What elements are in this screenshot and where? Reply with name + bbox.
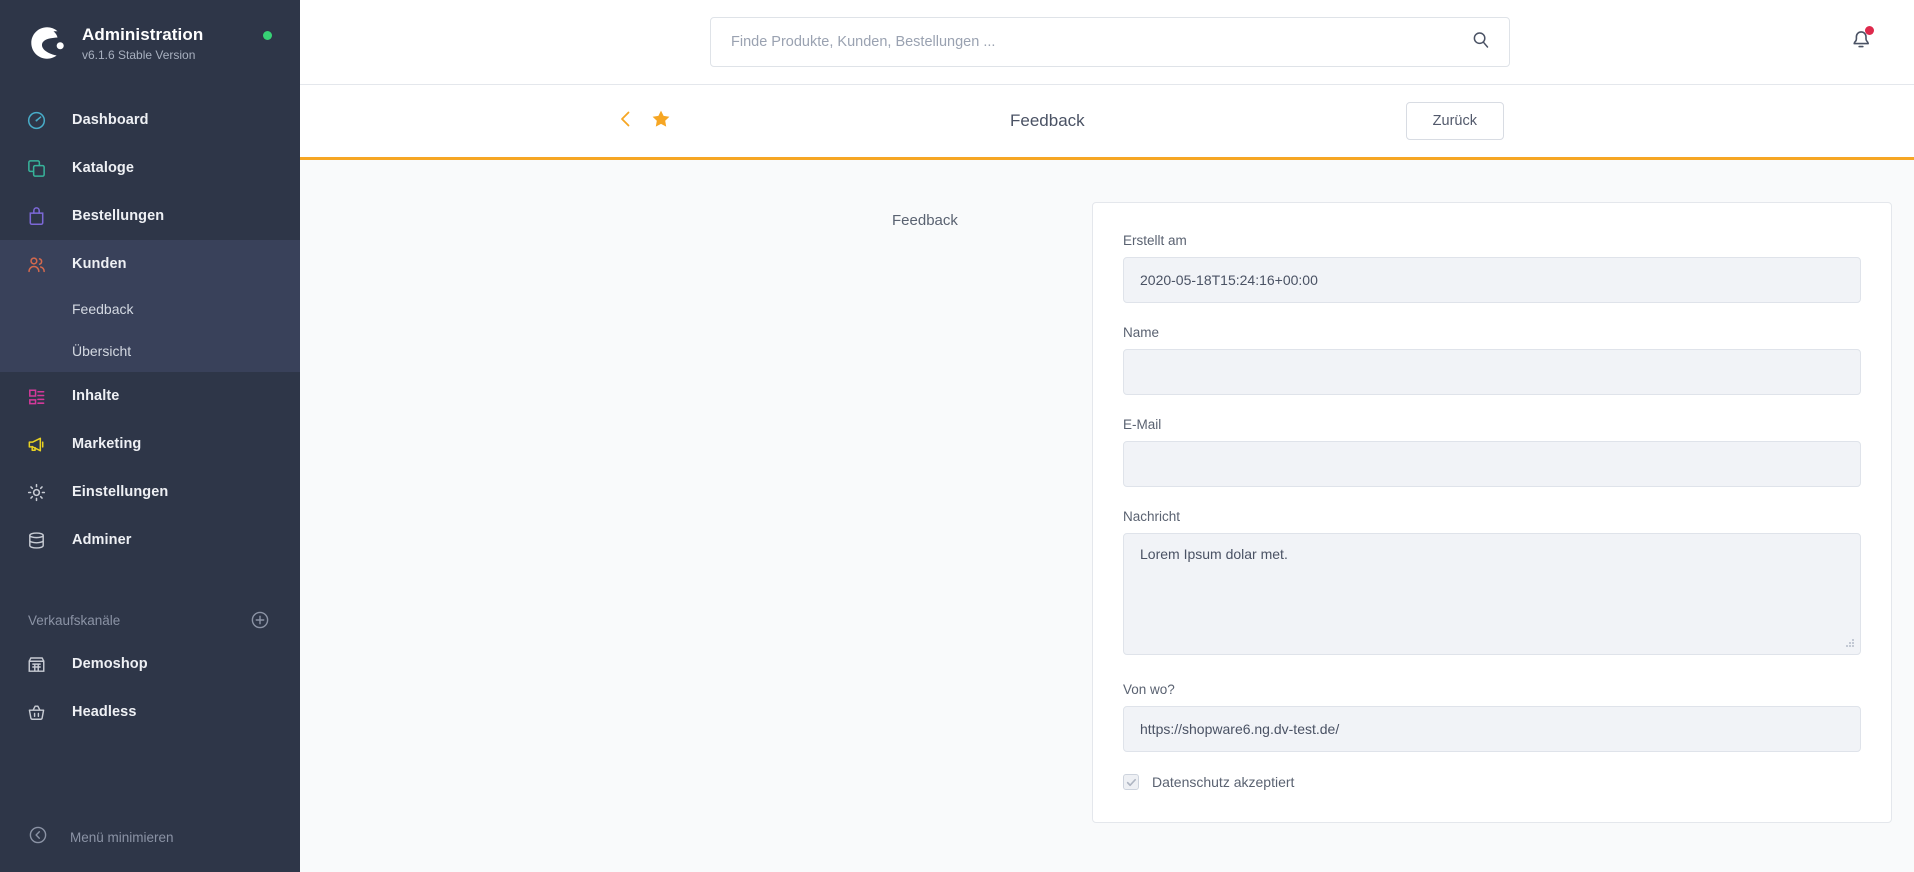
main-area: Feedback Zurück Feedback Erstellt am Nam…: [300, 0, 1914, 872]
collapse-menu-button[interactable]: Menü minimieren: [0, 825, 300, 850]
sidebar-item-dashboard[interactable]: Dashboard: [0, 96, 300, 144]
sidebar-channel-label: Demoshop: [72, 656, 148, 672]
search-input[interactable]: [729, 33, 1471, 51]
online-status-dot: [263, 31, 272, 40]
sidebar-item-label: Kunden: [72, 256, 127, 272]
field-privacy[interactable]: Datenschutz akzeptiert: [1123, 774, 1861, 790]
sales-channels-header: Verkaufskanäle: [0, 600, 300, 640]
search-icon[interactable]: [1471, 30, 1491, 55]
content-area: Feedback Erstellt am Name E-Mail: [300, 160, 1914, 872]
chevron-left-icon[interactable]: [618, 109, 633, 134]
star-icon[interactable]: [651, 109, 671, 134]
origin-label: Von wo?: [1123, 682, 1175, 697]
email-input[interactable]: [1123, 441, 1861, 487]
copy-icon: [26, 158, 56, 179]
sidebar-item-label: Kataloge: [72, 160, 135, 176]
sidebar-item-einstellungen[interactable]: Einstellungen: [0, 468, 300, 516]
sidebar-subitem-feedback[interactable]: Feedback: [0, 288, 300, 330]
collapse-left-icon: [28, 825, 48, 850]
created-at-label: Erstellt am: [1123, 233, 1187, 248]
notification-badge-dot: [1865, 26, 1874, 35]
page-header: Feedback Zurück: [300, 85, 1914, 160]
field-created-at: Erstellt am: [1123, 233, 1861, 303]
field-name: Name: [1123, 325, 1861, 395]
sidebar-item-adminer[interactable]: Adminer: [0, 516, 300, 564]
gear-icon: [26, 482, 56, 503]
field-origin: Von wo?: [1123, 682, 1861, 752]
sidebar-item-label: Marketing: [72, 436, 142, 452]
storefront-icon: [26, 654, 56, 675]
sidebar-item-label: Dashboard: [72, 112, 149, 128]
back-button[interactable]: Zurück: [1405, 102, 1504, 140]
page-title: Feedback: [1010, 111, 1085, 130]
sidebar-item-label: Bestellungen: [72, 208, 165, 224]
origin-input[interactable]: [1123, 706, 1861, 752]
bag-icon: [26, 206, 56, 227]
field-email: E-Mail: [1123, 417, 1861, 487]
search-box[interactable]: [710, 17, 1510, 67]
shopware-logo-icon: [26, 22, 68, 64]
email-label: E-Mail: [1123, 417, 1162, 432]
sidebar-subitem-label: Übersicht: [72, 343, 132, 359]
feedback-form-card: Erstellt am Name E-Mail Nachricht: [1092, 202, 1892, 823]
sidebar-subitem-uebersicht[interactable]: Übersicht: [0, 330, 300, 372]
message-label: Nachricht: [1123, 509, 1181, 524]
plus-circle-icon[interactable]: [250, 610, 270, 630]
application-window: Administration v6.1.6 Stable Version Das…: [0, 0, 1914, 872]
sidebar-channel-demoshop[interactable]: Demoshop: [0, 640, 300, 688]
notifications-button[interactable]: [1848, 25, 1874, 55]
sidebar-item-label: Adminer: [72, 532, 132, 548]
collapse-menu-label: Menü minimieren: [70, 830, 174, 845]
field-message: Nachricht Lorem Ipsum dolar met.: [1123, 509, 1861, 660]
topbar: [300, 0, 1914, 85]
privacy-checkbox[interactable]: [1123, 774, 1139, 790]
message-textarea[interactable]: Lorem Ipsum dolar met.: [1123, 533, 1861, 655]
sidebar-channel-label: Headless: [72, 704, 137, 720]
sidebar-item-marketing[interactable]: Marketing: [0, 420, 300, 468]
sidebar: Administration v6.1.6 Stable Version Das…: [0, 0, 300, 872]
form-section-label: Feedback: [892, 212, 958, 229]
basket-icon: [26, 702, 56, 723]
brand-header[interactable]: Administration v6.1.6 Stable Version: [0, 0, 300, 90]
brand-version: v6.1.6 Stable Version: [82, 48, 196, 63]
sidebar-item-inhalte[interactable]: Inhalte: [0, 372, 300, 420]
sidebar-navigation: Dashboard Kataloge Bestellungen Kunden F…: [0, 96, 300, 736]
sidebar-item-bestellungen[interactable]: Bestellungen: [0, 192, 300, 240]
sidebar-group-kunden: Kunden Feedback Übersicht: [0, 240, 300, 372]
users-icon: [26, 254, 56, 275]
name-input[interactable]: [1123, 349, 1861, 395]
sales-channels-title: Verkaufskanäle: [28, 612, 121, 628]
sidebar-item-kunden[interactable]: Kunden: [0, 240, 300, 288]
brand-title: Administration: [82, 24, 204, 44]
sidebar-item-label: Einstellungen: [72, 484, 169, 500]
global-search: [710, 17, 1510, 67]
privacy-label: Datenschutz akzeptiert: [1152, 774, 1295, 790]
database-icon: [26, 530, 56, 551]
gauge-icon: [26, 110, 56, 131]
sidebar-item-label: Inhalte: [72, 388, 120, 404]
sidebar-channel-headless[interactable]: Headless: [0, 688, 300, 736]
content-icon: [26, 386, 56, 407]
sidebar-item-kataloge[interactable]: Kataloge: [0, 144, 300, 192]
name-label: Name: [1123, 325, 1160, 340]
sidebar-subitem-label: Feedback: [72, 301, 134, 317]
megaphone-icon: [26, 434, 56, 455]
created-at-input[interactable]: [1123, 257, 1861, 303]
